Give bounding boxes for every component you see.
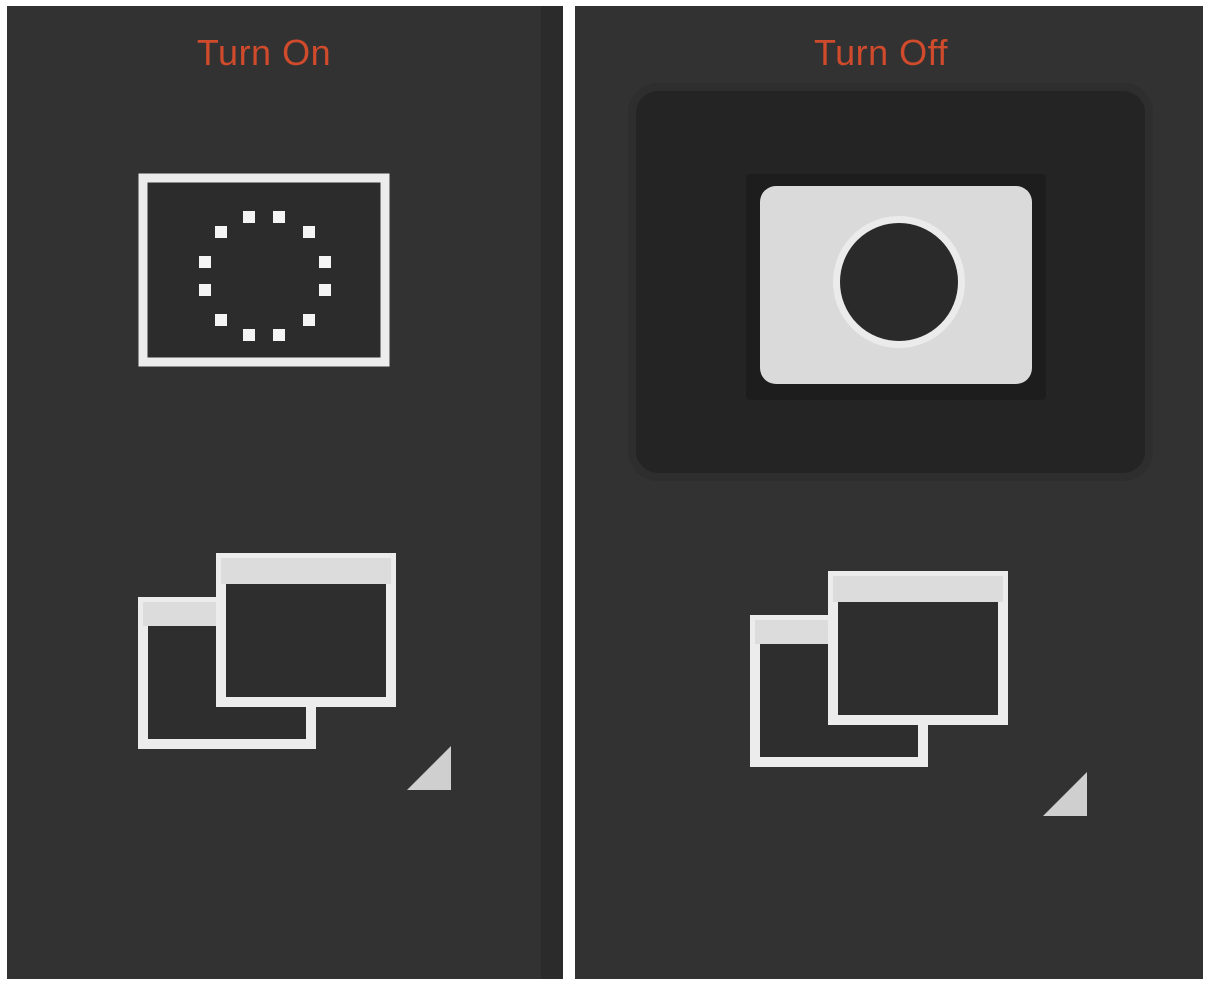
comparison-stage: Turn On Turn Off	[0, 0, 1208, 983]
dropdown-corner-button[interactable]	[1041, 770, 1089, 818]
panel-label: Turn On	[196, 32, 332, 73]
windows-button[interactable]	[135, 548, 399, 756]
panel-label: Turn Off	[813, 32, 949, 73]
record-dotted-circle-icon	[138, 173, 390, 367]
record-dot	[833, 216, 965, 348]
record-stop-icon	[760, 186, 1032, 384]
windows-button[interactable]	[747, 566, 1011, 774]
record-stop-button	[746, 174, 1046, 400]
dropdown-corner-button[interactable]	[405, 744, 453, 792]
panel-divider-edge	[541, 6, 563, 979]
record-button[interactable]	[137, 172, 391, 368]
dropdown-corner-triangle-icon	[407, 746, 451, 790]
multiple-windows-icon	[138, 553, 396, 749]
turn-off-panel: Turn Off	[575, 6, 1203, 979]
turn-on-panel: Turn On	[7, 6, 563, 979]
dropdown-corner-triangle-icon	[1043, 772, 1087, 816]
multiple-windows-icon	[750, 571, 1008, 767]
record-button-active[interactable]	[628, 83, 1153, 481]
